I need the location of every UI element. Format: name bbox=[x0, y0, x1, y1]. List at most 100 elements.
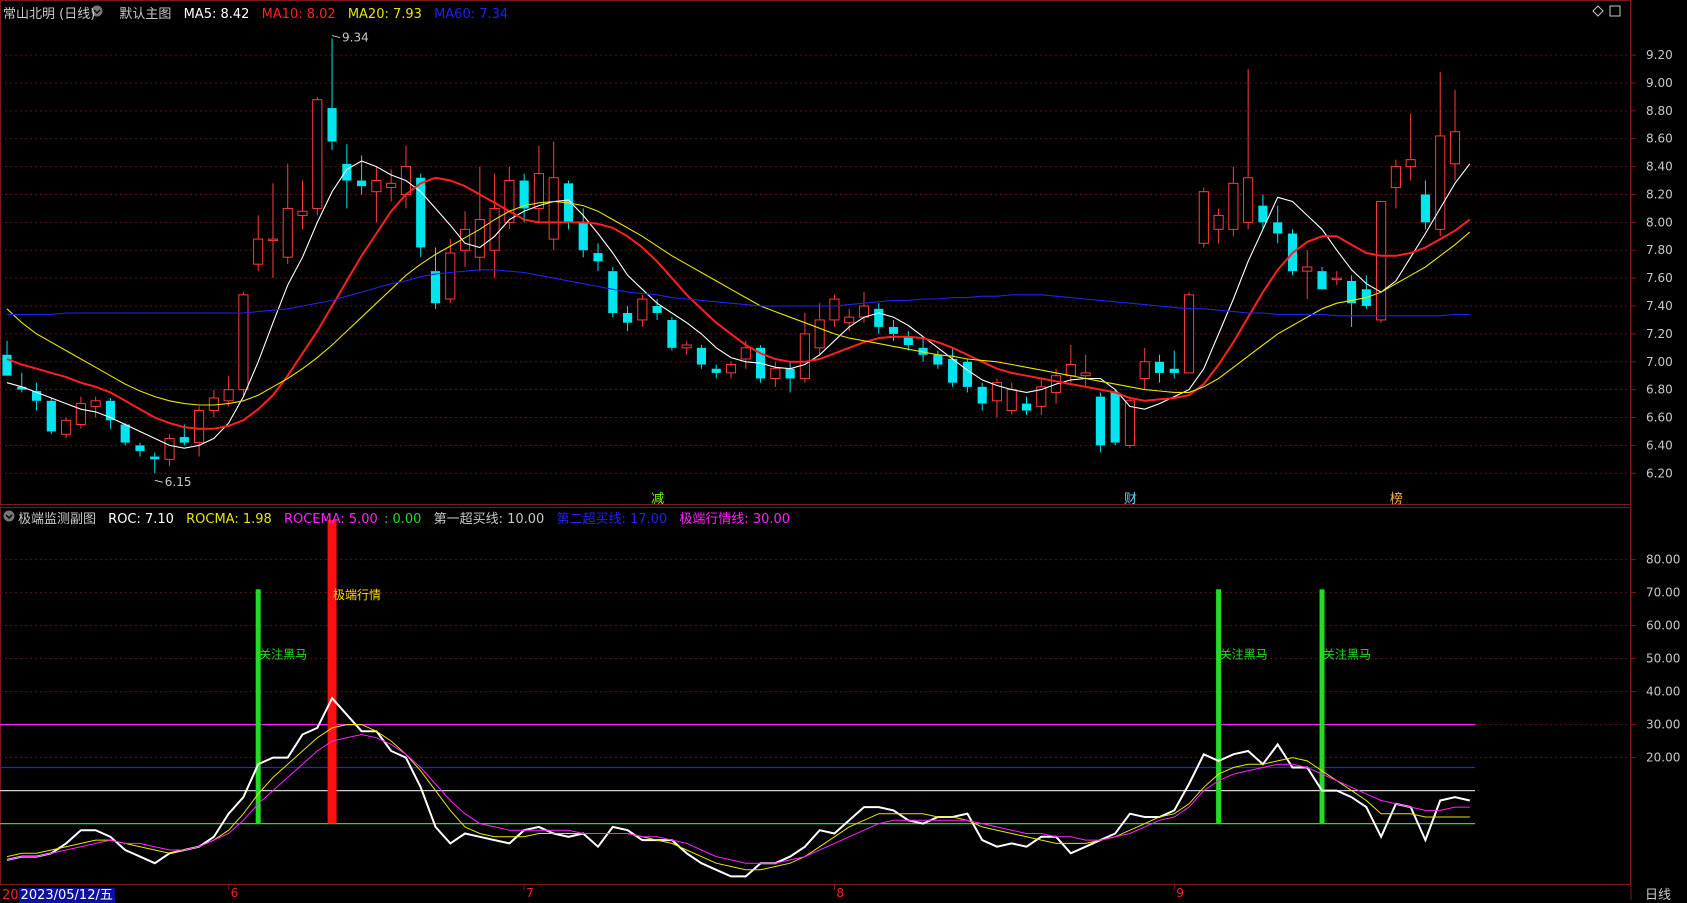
signal-label: 关注黑马 bbox=[1220, 647, 1268, 662]
candle-body bbox=[75, 403, 86, 425]
period-label[interactable]: 日线 bbox=[1645, 884, 1671, 903]
month-label: 7 bbox=[526, 886, 534, 900]
candle-body bbox=[637, 298, 648, 321]
sub-title[interactable]: 极端监测副图 bbox=[18, 512, 96, 527]
candle-body bbox=[933, 354, 943, 365]
candle-body bbox=[548, 177, 559, 240]
main-header: 常山北明 (日线) 默认主图 MA5: 8.42 MA10: 8.02 MA20… bbox=[3, 3, 516, 22]
candle-body bbox=[1213, 214, 1224, 230]
price-tick-label: 6.60 bbox=[1646, 411, 1673, 425]
ma60-value: MA60: 7.34 bbox=[434, 7, 509, 22]
candle-body bbox=[519, 180, 529, 209]
candle-body bbox=[327, 108, 337, 142]
ma5-value: MA5: 8.42 bbox=[183, 7, 250, 22]
month-label: 8 bbox=[836, 886, 844, 900]
candle-body bbox=[874, 308, 884, 327]
candle-body bbox=[858, 305, 870, 318]
candle-body bbox=[430, 271, 441, 304]
event-tag: 榜 bbox=[1390, 491, 1403, 507]
value-tick-label: 50.00 bbox=[1646, 652, 1680, 666]
price-tick-label: 8.20 bbox=[1646, 187, 1673, 201]
candle-body bbox=[711, 368, 721, 373]
price-tick-label: 7.60 bbox=[1646, 271, 1673, 285]
candle-body bbox=[1183, 294, 1195, 374]
value-tick-label: 70.00 bbox=[1646, 586, 1680, 600]
candle-body bbox=[416, 177, 426, 248]
candle-body bbox=[1095, 396, 1105, 446]
candle-body bbox=[681, 344, 692, 349]
price-tick-label: 8.80 bbox=[1646, 104, 1673, 118]
candle bbox=[1376, 200, 1387, 323]
value-tick-label: 80.00 bbox=[1646, 553, 1680, 567]
signal-label: 极端行情 bbox=[333, 588, 381, 602]
price-tick-label: 8.60 bbox=[1646, 132, 1673, 146]
stock-chart[interactable]: 6.20 6.40 6.60 6.80 7.00 7.20 7.40 7.60 7.80 8.00… bbox=[0, 0, 1687, 900]
candle-body bbox=[962, 361, 972, 387]
candle bbox=[238, 292, 249, 397]
price-tick-label: 9.20 bbox=[1646, 48, 1673, 62]
candle-body bbox=[1449, 131, 1461, 165]
candle-body bbox=[622, 312, 633, 323]
price-tick-label: 7.00 bbox=[1646, 355, 1673, 369]
candle-body bbox=[799, 333, 810, 379]
candle-body bbox=[1302, 266, 1313, 272]
candle-body bbox=[282, 207, 293, 258]
candle-body bbox=[829, 298, 840, 321]
candle-body bbox=[1317, 271, 1327, 290]
candle-body bbox=[977, 386, 987, 404]
candle-body bbox=[1243, 177, 1254, 223]
candle bbox=[312, 96, 323, 216]
value-tick-label: 40.00 bbox=[1646, 685, 1680, 699]
indicator-name[interactable]: 默认主图 bbox=[119, 7, 171, 22]
signal-bar bbox=[255, 589, 261, 824]
candle-body bbox=[2, 354, 12, 376]
candle-body bbox=[652, 306, 662, 313]
ma10-value: MA10: 8.02 bbox=[261, 7, 336, 22]
candle-body bbox=[135, 445, 145, 451]
candle-body bbox=[90, 400, 101, 407]
signal-label: 关注黑马 bbox=[259, 647, 307, 662]
candle-body bbox=[1258, 205, 1268, 223]
price-marker-label: 6.15 bbox=[165, 475, 192, 489]
candle bbox=[667, 317, 677, 351]
candle-body bbox=[1080, 372, 1091, 377]
candle-body bbox=[725, 364, 737, 374]
candle-body bbox=[844, 316, 855, 324]
month-label: 9 bbox=[1176, 886, 1184, 900]
candle-body bbox=[785, 368, 795, 379]
candle-body bbox=[489, 207, 500, 251]
candle-body bbox=[1435, 135, 1446, 230]
candle-body bbox=[1405, 159, 1416, 168]
chart-background bbox=[0, 0, 1687, 900]
zero-value: : 0.00 bbox=[383, 512, 422, 527]
candle-body bbox=[223, 389, 234, 402]
value-tick-label: 60.00 bbox=[1646, 619, 1680, 633]
stock-title[interactable]: 常山北明 (日线) bbox=[3, 7, 95, 22]
candle-body bbox=[814, 319, 825, 349]
candle-body bbox=[1273, 222, 1283, 234]
candle-body bbox=[267, 238, 279, 242]
candle-body bbox=[578, 222, 588, 251]
candle-body bbox=[1390, 166, 1401, 189]
candle-body bbox=[312, 99, 323, 209]
candle bbox=[1124, 396, 1136, 449]
candle-body bbox=[46, 400, 56, 432]
candle-body bbox=[1110, 392, 1120, 443]
candle-body bbox=[238, 294, 249, 391]
date-prefix: 20 bbox=[2, 888, 19, 903]
candle-body bbox=[593, 253, 603, 262]
price-tick-label: 7.80 bbox=[1646, 243, 1673, 257]
signal-label: 关注黑马 bbox=[1323, 647, 1371, 662]
signal-bar bbox=[1216, 589, 1222, 824]
ma20-value: MA20: 7.93 bbox=[347, 7, 422, 22]
candle bbox=[608, 266, 618, 318]
current-date[interactable]: 2023/05/12/五 bbox=[18, 888, 115, 903]
price-tick-label: 7.20 bbox=[1646, 327, 1673, 341]
roc-value: ROC: 7.10 bbox=[108, 512, 174, 527]
price-tick-label: 6.80 bbox=[1646, 383, 1673, 397]
price-marker-label: 9.34 bbox=[342, 31, 369, 45]
date-readout: 20 2023/05/12/五 bbox=[2, 884, 115, 903]
sub-collapse-icon[interactable] bbox=[3, 510, 15, 522]
candle-body bbox=[1006, 389, 1017, 412]
candle-body bbox=[1139, 361, 1150, 379]
